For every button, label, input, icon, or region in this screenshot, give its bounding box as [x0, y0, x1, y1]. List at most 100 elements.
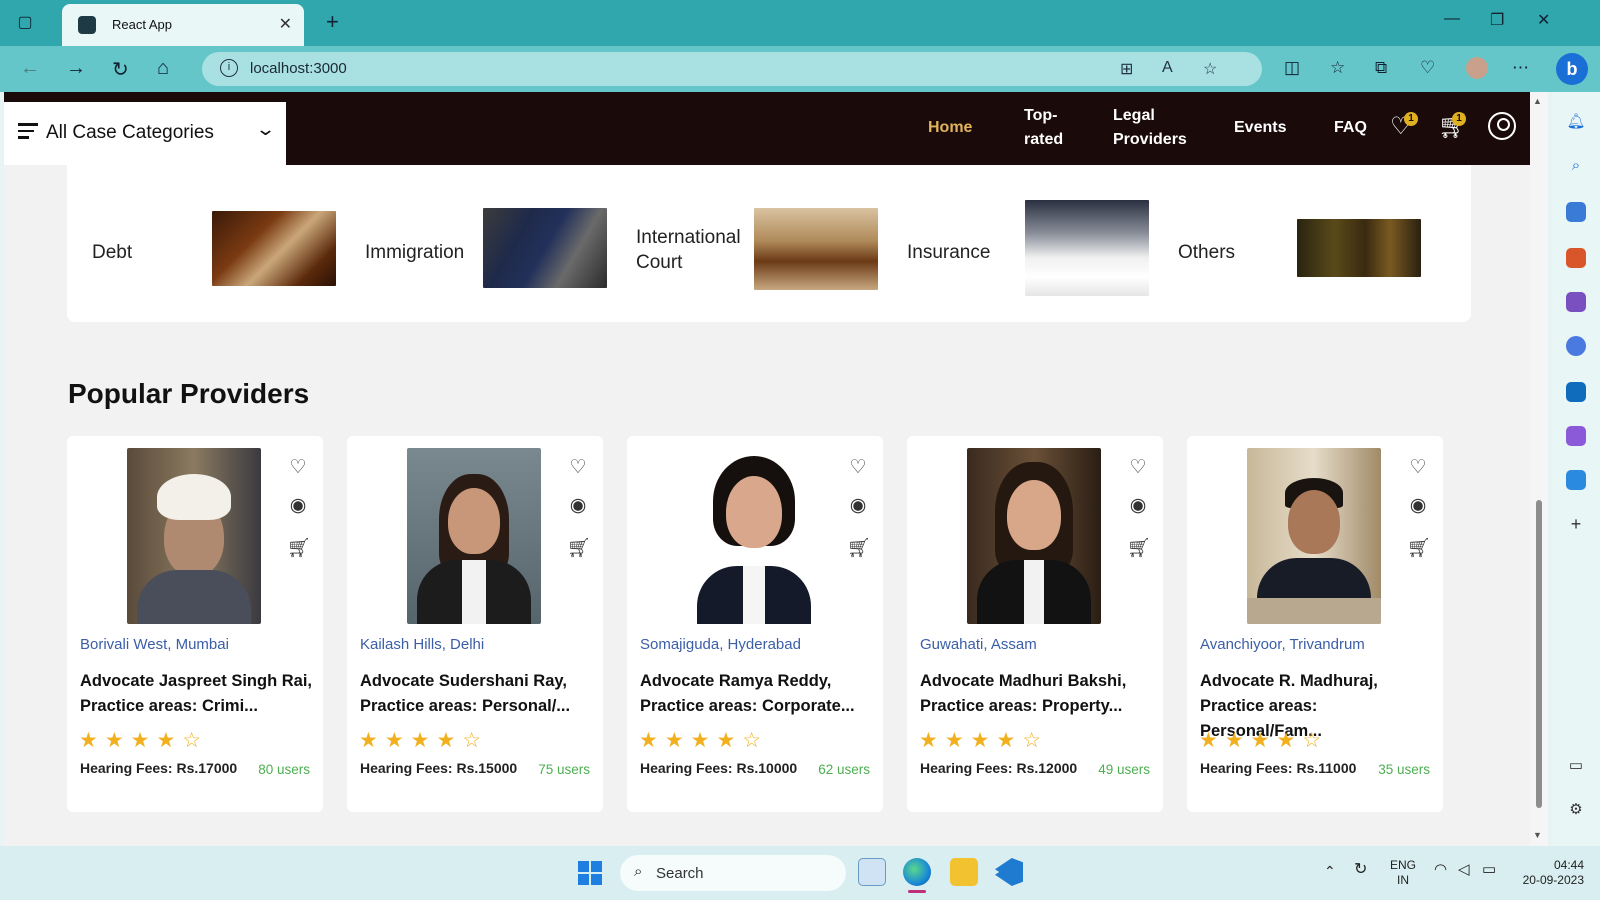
- scrollbar-thumb[interactable]: [1536, 500, 1542, 808]
- url-text[interactable]: localhost:3000: [250, 60, 347, 77]
- show-hidden-icons-chevron-icon[interactable]: ⌃: [1324, 864, 1336, 879]
- wishlist-heart-icon[interactable]: ♡: [847, 456, 869, 478]
- collections-icon[interactable]: ⧉: [1375, 58, 1387, 78]
- games-icon[interactable]: [1566, 292, 1586, 312]
- send-icon[interactable]: [1566, 470, 1586, 490]
- read-aloud-icon[interactable]: A: [1162, 59, 1173, 77]
- forward-icon[interactable]: →: [66, 57, 86, 80]
- provider-photo[interactable]: [967, 448, 1101, 624]
- add-to-cart-icon[interactable]: 🛒︎: [287, 536, 311, 559]
- provider-name[interactable]: Advocate Ramya Reddy, Practice areas: Co…: [640, 669, 876, 719]
- browser-essentials-icon[interactable]: ♡: [1420, 58, 1435, 78]
- category-immigration[interactable]: Immigration: [365, 240, 464, 265]
- nav-top-rated[interactable]: Top- rated: [1024, 104, 1063, 152]
- windows-start-icon[interactable]: [578, 861, 602, 885]
- provider-photo[interactable]: [1247, 448, 1381, 624]
- quick-view-eye-icon[interactable]: ◉: [1127, 494, 1149, 516]
- provider-location[interactable]: Avanchiyoor, Trivandrum: [1200, 636, 1365, 653]
- language-indicator[interactable]: ENG IN: [1390, 858, 1416, 888]
- back-icon[interactable]: ←: [20, 57, 40, 80]
- more-menu-icon[interactable]: ⋯: [1512, 58, 1529, 78]
- home-icon[interactable]: ⌂: [157, 57, 169, 80]
- quick-view-eye-icon[interactable]: ◉: [287, 494, 309, 516]
- quick-view-eye-icon[interactable]: ◉: [567, 494, 589, 516]
- refresh-icon[interactable]: ↻: [112, 57, 129, 82]
- file-explorer-icon[interactable]: [950, 858, 978, 886]
- debt-category-image[interactable]: [212, 211, 336, 286]
- split-screen-icon[interactable]: ◫: [1284, 58, 1300, 78]
- add-to-cart-icon[interactable]: 🛒︎: [847, 536, 871, 559]
- quick-view-eye-icon[interactable]: ◉: [847, 494, 869, 516]
- provider-card[interactable]: ♡ ◉ 🛒︎ Guwahati, Assam Advocate Madhuri …: [907, 436, 1163, 812]
- wishlist-heart-icon[interactable]: ♡: [287, 456, 309, 478]
- quick-view-eye-icon[interactable]: ◉: [1407, 494, 1429, 516]
- provider-photo[interactable]: [127, 448, 261, 624]
- outlook-icon[interactable]: [1566, 382, 1586, 402]
- search-icon[interactable]: ⌕: [1566, 156, 1586, 176]
- category-debt[interactable]: Debt: [92, 240, 132, 265]
- designer-icon[interactable]: [1566, 426, 1586, 446]
- favorites-icon[interactable]: ☆: [1330, 58, 1345, 78]
- add-to-cart-icon[interactable]: 🛒︎: [567, 536, 591, 559]
- nav-events[interactable]: Events: [1234, 116, 1286, 140]
- page-scrollbar[interactable]: ▲ ▼: [1530, 92, 1548, 846]
- nav-legal-providers[interactable]: Legal Providers: [1113, 104, 1187, 152]
- minimize-icon[interactable]: —: [1444, 10, 1460, 28]
- address-bar[interactable]: i localhost:3000 ⊞ A ☆: [202, 52, 1262, 86]
- wifi-icon[interactable]: ◠: [1434, 862, 1447, 877]
- others-category-image[interactable]: [1297, 219, 1421, 277]
- sidebar-settings-gear-icon[interactable]: ⚙: [1566, 800, 1586, 820]
- immigration-category-image[interactable]: [483, 208, 607, 288]
- wishlist-heart-icon[interactable]: ♡: [567, 456, 589, 478]
- wishlist-heart-icon[interactable]: ♡: [1407, 456, 1429, 478]
- nav-home[interactable]: Home: [928, 116, 972, 140]
- copilot-icon[interactable]: [1566, 336, 1586, 356]
- provider-location[interactable]: Kailash Hills, Delhi: [360, 636, 484, 653]
- clock[interactable]: 04:44 20-09-2023: [1516, 858, 1584, 888]
- provider-name[interactable]: Advocate Madhuri Bakshi, Practice areas:…: [920, 669, 1156, 719]
- scroll-up-arrow-icon[interactable]: ▲: [1533, 96, 1542, 106]
- provider-card[interactable]: ♡ ◉ 🛒︎ Avanchiyoor, Trivandrum Advocate …: [1187, 436, 1443, 812]
- edge-browser-icon[interactable]: [903, 858, 931, 886]
- category-insurance[interactable]: Insurance: [907, 240, 990, 265]
- category-others[interactable]: Others: [1178, 240, 1235, 265]
- insurance-category-image[interactable]: [1025, 200, 1149, 296]
- tools-briefcase-icon[interactable]: [1566, 248, 1586, 268]
- widgets-app-icon[interactable]: [858, 858, 886, 886]
- provider-location[interactable]: Guwahati, Assam: [920, 636, 1037, 653]
- add-to-cart-icon[interactable]: 🛒︎: [1407, 536, 1431, 559]
- international-court-category-image[interactable]: [754, 208, 878, 290]
- provider-photo[interactable]: [687, 448, 821, 624]
- maximize-icon[interactable]: ❐: [1490, 10, 1504, 30]
- sync-icon[interactable]: ↻: [1354, 862, 1367, 878]
- new-tab-button[interactable]: +: [326, 9, 339, 35]
- vscode-icon[interactable]: [995, 858, 1023, 886]
- provider-name[interactable]: Advocate Sudershani Ray, Practice areas:…: [360, 669, 596, 719]
- provider-name[interactable]: Advocate Jaspreet Singh Rai, Practice ar…: [80, 669, 316, 719]
- notifications-bell-icon[interactable]: 🔔︎: [1566, 112, 1586, 132]
- add-to-cart-icon[interactable]: 🛒︎: [1127, 536, 1151, 559]
- category-international-court[interactable]: International Court: [636, 225, 741, 275]
- shopping-tag-icon[interactable]: [1566, 202, 1586, 222]
- browser-tab[interactable]: React App ✕: [62, 4, 304, 46]
- site-info-icon[interactable]: i: [220, 59, 238, 77]
- provider-card[interactable]: ♡ ◉ 🛒︎ Somajiguda, Hyderabad Advocate Ra…: [627, 436, 883, 812]
- scroll-down-arrow-icon[interactable]: ▼: [1533, 830, 1542, 840]
- add-sidebar-app-icon[interactable]: +: [1566, 514, 1586, 534]
- provider-card[interactable]: ♡ ◉ 🛒︎ Borivali West, Mumbai Advocate Ja…: [67, 436, 323, 812]
- hide-sidebar-icon[interactable]: ▭: [1566, 756, 1586, 776]
- close-window-icon[interactable]: ✕: [1537, 10, 1550, 30]
- taskbar-search[interactable]: ⌕ Search: [620, 855, 846, 891]
- provider-location[interactable]: Somajiguda, Hyderabad: [640, 636, 801, 653]
- battery-icon[interactable]: ▭: [1482, 862, 1496, 877]
- tab-actions-icon[interactable]: ▢: [14, 12, 36, 34]
- wishlist-heart-icon[interactable]: ♡: [1127, 456, 1149, 478]
- favorite-star-icon[interactable]: ☆: [1203, 59, 1217, 79]
- provider-photo[interactable]: [407, 448, 541, 624]
- app-available-icon[interactable]: ⊞: [1120, 59, 1133, 79]
- provider-location[interactable]: Borivali West, Mumbai: [80, 636, 229, 653]
- category-dropdown[interactable]: All Case Categories ⌄: [4, 102, 286, 165]
- provider-card[interactable]: ♡ ◉ 🛒︎ Kailash Hills, Delhi Advocate Sud…: [347, 436, 603, 812]
- volume-icon[interactable]: ◁: [1458, 862, 1470, 877]
- bing-copilot-icon[interactable]: b: [1556, 53, 1588, 85]
